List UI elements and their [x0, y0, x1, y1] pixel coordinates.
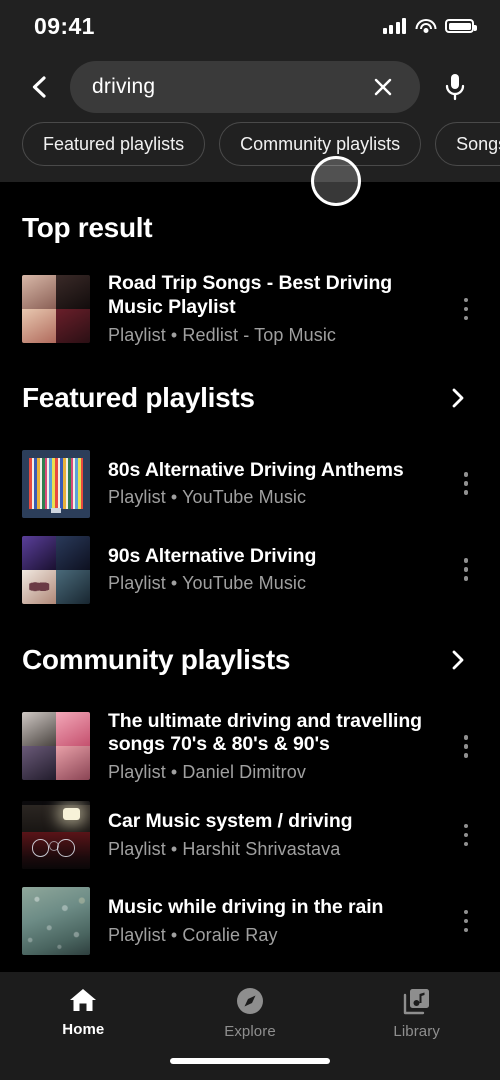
result-subtitle: Playlist • Coralie Ray: [108, 925, 278, 946]
wifi-icon: [415, 18, 436, 34]
battery-icon: [445, 19, 477, 33]
home-icon: [70, 989, 97, 1011]
result-subtitle: Playlist • YouTube Music: [108, 487, 307, 508]
result-subtitle: Playlist • Redlist - Top Music: [108, 324, 337, 345]
result-subtitle: Playlist • Harshit Shrivastava: [108, 839, 341, 860]
result-text: The ultimate driving and travelling song…: [108, 710, 428, 784]
section-more-button[interactable]: [438, 378, 478, 418]
stripes-album-art: [22, 449, 90, 518]
section-title: Featured playlists: [22, 381, 255, 413]
nav-item-label: Explore: [224, 1023, 276, 1040]
collage-faces-art: [22, 274, 90, 343]
filter-chip-label: Community playlists: [240, 133, 401, 154]
section-header-featured-playlists: Featured playlists: [0, 378, 500, 418]
result-subtitle: Playlist • Daniel Dimitrov: [108, 762, 306, 783]
section-title: Top result: [22, 212, 153, 243]
more-vertical-icon[interactable]: [446, 893, 486, 949]
signal-bars-icon: [382, 18, 406, 34]
chevron-left-icon: [32, 76, 46, 98]
status-bar-clock: 09:41: [34, 12, 95, 39]
more-vertical-icon[interactable]: [446, 281, 486, 337]
filter-chip-featured-playlists[interactable]: Featured playlists: [22, 122, 206, 166]
filter-chip-label: Featured playlists: [43, 133, 185, 154]
nav-item-label: Home: [62, 1021, 105, 1038]
result-row[interactable]: Music while driving in the rain Playlist…: [0, 887, 500, 956]
nav-item-home[interactable]: Home: [0, 986, 167, 1038]
search-bar-row: driving: [0, 52, 500, 122]
more-vertical-icon[interactable]: [446, 456, 486, 512]
filter-chip-community-playlists[interactable]: Community playlists: [219, 122, 422, 166]
result-row[interactable]: Car Music system / driving Playlist • Ha…: [0, 801, 500, 870]
chevron-right-icon: [452, 650, 464, 669]
search-input-value: driving: [92, 75, 156, 98]
playlist-thumbnail: [22, 887, 90, 956]
section-header-top-result: Top result: [0, 212, 500, 244]
car-night-art: [22, 801, 90, 870]
result-text: 80s Alternative Driving Anthems Playlist…: [108, 459, 428, 509]
more-vertical-icon[interactable]: [446, 807, 486, 863]
result-text: Music while driving in the rain Playlist…: [108, 896, 428, 946]
section-header-community-playlists: Community playlists: [0, 640, 500, 680]
playlist-thumbnail: [22, 712, 90, 781]
nav-item-explore[interactable]: Explore: [167, 986, 334, 1040]
result-row[interactable]: 80s Alternative Driving Anthems Playlist…: [0, 449, 500, 518]
filter-chip-label: Songs: [456, 133, 500, 154]
result-text: Car Music system / driving Playlist • Ha…: [108, 810, 428, 860]
playlist-thumbnail: [22, 274, 90, 343]
more-vertical-icon[interactable]: [446, 542, 486, 598]
voice-search-button[interactable]: [432, 64, 478, 110]
library-music-icon: [403, 989, 429, 1015]
playlist-thumbnail: [22, 801, 90, 870]
status-bar: 09:41: [0, 0, 500, 52]
chevron-right-icon: [452, 388, 464, 407]
section-more-button[interactable]: [438, 640, 478, 680]
playlist-thumbnail: [22, 535, 90, 604]
microphone-icon: [445, 74, 465, 101]
result-row-top-result[interactable]: Road Trip Songs - Best Driving Music Pla…: [0, 272, 500, 346]
search-input[interactable]: driving: [70, 61, 420, 113]
result-subtitle: Playlist • YouTube Music: [108, 573, 307, 594]
section-title: Community playlists: [22, 643, 291, 675]
app-screen: 09:41 driving Featured playlists Communi…: [0, 0, 500, 1080]
clear-search-button[interactable]: [366, 70, 400, 104]
result-row[interactable]: The ultimate driving and travelling song…: [0, 710, 500, 784]
nav-item-label: Library: [393, 1023, 440, 1040]
filter-chips: Featured playlists Community playlists S…: [0, 122, 500, 182]
collage-pink-art: [22, 712, 90, 781]
result-title: Music while driving in the rain: [108, 896, 384, 919]
close-icon: [374, 78, 392, 96]
more-vertical-icon[interactable]: [446, 718, 486, 774]
result-title: Road Trip Songs - Best Driving Music Pla…: [108, 272, 393, 318]
header: 09:41 driving Featured playlists Communi…: [0, 0, 500, 182]
status-bar-icons: [382, 18, 477, 34]
search-results: Top result Road Trip Songs - Best Drivin…: [0, 182, 500, 972]
result-row[interactable]: 90s Alternative Driving Playlist • YouTu…: [0, 535, 500, 604]
home-indicator[interactable]: [170, 1058, 330, 1064]
nav-item-library[interactable]: Library: [333, 986, 500, 1040]
result-text: Road Trip Songs - Best Driving Music Pla…: [108, 272, 428, 346]
compass-icon: [237, 988, 263, 1014]
rain-window-art: [22, 887, 90, 956]
result-title: Car Music system / driving: [108, 810, 353, 833]
back-button[interactable]: [18, 65, 62, 109]
playlist-thumbnail: [22, 449, 90, 518]
result-title: 90s Alternative Driving: [108, 544, 317, 567]
result-text: 90s Alternative Driving Playlist • YouTu…: [108, 545, 428, 595]
result-title: 80s Alternative Driving Anthems: [108, 458, 404, 481]
result-title: The ultimate driving and travelling song…: [108, 709, 422, 756]
collage-butterfly-art: [22, 535, 90, 604]
filter-chip-songs[interactable]: Songs: [435, 122, 500, 166]
